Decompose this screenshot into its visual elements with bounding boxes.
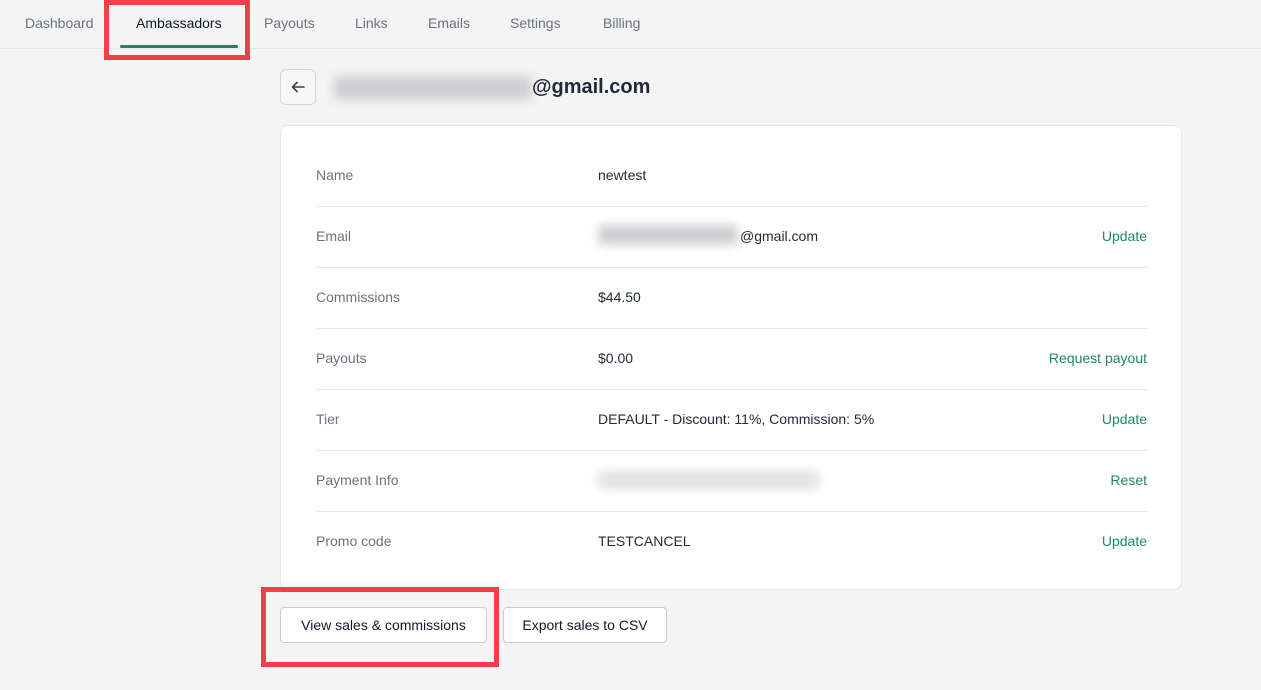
detail-label: Name: [316, 167, 354, 183]
detail-label: Promo code: [316, 533, 392, 549]
detail-label: Commissions: [316, 289, 401, 305]
ambassador-details-card: Name newtest Email @gmail.com Update Com…: [280, 125, 1182, 590]
update-email-link[interactable]: Update: [1102, 206, 1147, 267]
tab-dashboard[interactable]: Dashboard: [25, 0, 94, 46]
detail-value: TESTCANCEL: [598, 533, 691, 549]
detail-label: Payouts: [316, 350, 367, 366]
arrow-left-icon: [291, 81, 305, 93]
detail-value: $0.00: [598, 350, 634, 366]
detail-label: Payment Info: [316, 472, 399, 488]
detail-row-commissions: Commissions $44.50: [316, 267, 1147, 329]
tab-settings[interactable]: Settings: [510, 0, 561, 46]
reset-payment-info-link[interactable]: Reset: [1110, 450, 1147, 511]
detail-row-name: Name newtest: [316, 145, 1147, 207]
page-title: @gmail.com: [532, 76, 651, 98]
update-tier-link[interactable]: Update: [1102, 389, 1147, 450]
redacted-payment-info: [598, 471, 820, 489]
detail-value: DEFAULT - Discount: 11%, Commission: 5%: [598, 411, 875, 427]
request-payout-link[interactable]: Request payout: [1049, 328, 1147, 389]
detail-value: $44.50: [598, 289, 641, 305]
detail-row-tier: Tier DEFAULT - Discount: 11%, Commission…: [316, 389, 1147, 451]
top-navigation: Dashboard Ambassadors Payouts Links Emai…: [0, 0, 1261, 49]
view-sales-commissions-button[interactable]: View sales & commissions: [280, 607, 487, 643]
detail-label: Tier: [316, 411, 340, 427]
export-sales-csv-button[interactable]: Export sales to CSV: [503, 607, 667, 643]
redacted-email-username: [334, 76, 532, 100]
detail-row-promo-code: Promo code TESTCANCEL Update: [316, 511, 1147, 572]
update-promo-code-link[interactable]: Update: [1102, 511, 1147, 572]
detail-row-email: Email @gmail.com Update: [316, 206, 1147, 268]
detail-label: Email: [316, 228, 352, 244]
detail-value: @gmail.com: [740, 228, 819, 244]
back-button[interactable]: [280, 69, 316, 105]
tab-billing[interactable]: Billing: [603, 0, 640, 46]
tab-ambassadors[interactable]: Ambassadors: [120, 0, 238, 48]
tab-payouts[interactable]: Payouts: [264, 0, 315, 46]
tab-emails[interactable]: Emails: [428, 0, 470, 46]
detail-row-payment-info: Payment Info Reset: [316, 450, 1147, 512]
redacted-email-value: [598, 225, 738, 245]
detail-value: newtest: [598, 167, 647, 183]
detail-row-payouts: Payouts $0.00 Request payout: [316, 328, 1147, 390]
tab-links[interactable]: Links: [355, 0, 388, 46]
